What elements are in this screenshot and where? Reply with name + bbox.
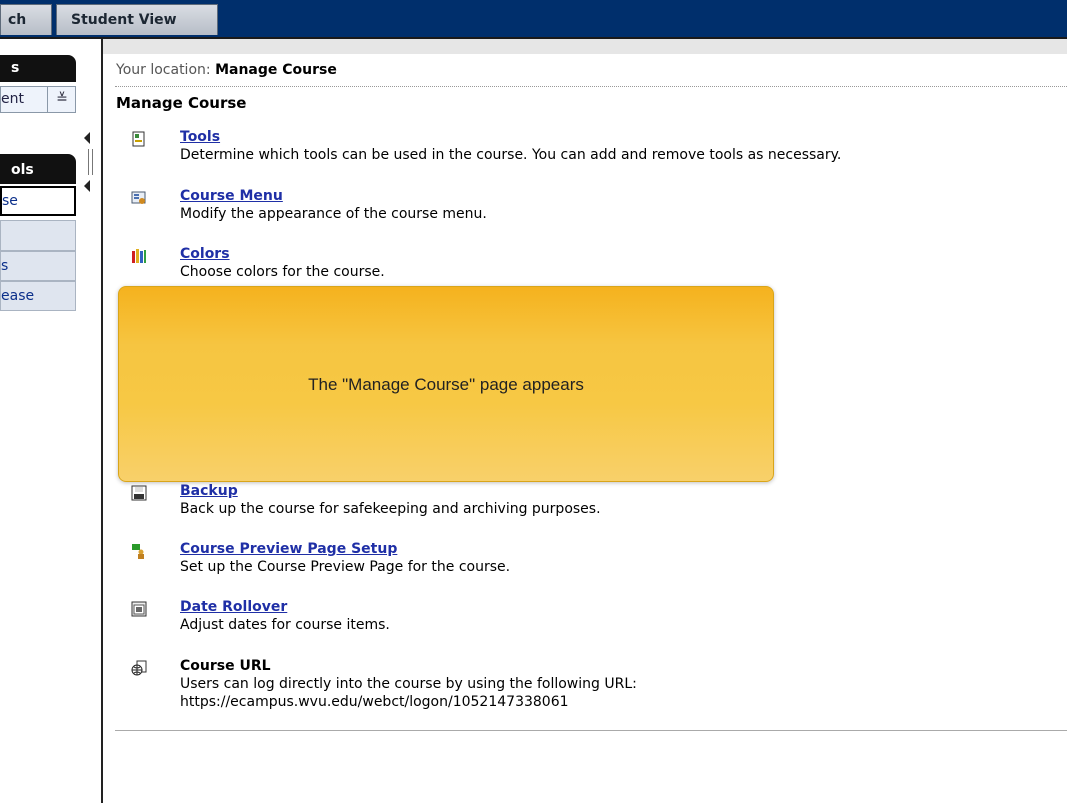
breadcrumb-prefix: Your location: xyxy=(116,62,211,78)
preview-page-icon xyxy=(132,544,144,559)
collapse-arrow-icon[interactable] xyxy=(84,132,90,144)
top-navigation-bar: ch Student View xyxy=(0,0,1067,37)
tools-description: Determine which tools can be used in the… xyxy=(180,147,842,163)
date-rollover-description: Adjust dates for course items. xyxy=(180,617,390,633)
course-preview-setup-link[interactable]: Course Preview Page Setup xyxy=(180,541,397,557)
backup-link[interactable]: Backup xyxy=(180,483,238,499)
sidebar-item[interactable]: s xyxy=(0,251,76,281)
globe-icon xyxy=(131,660,147,676)
tab-student-view[interactable]: Student View xyxy=(56,4,218,35)
colors-description: Choose colors for the course. xyxy=(180,264,385,280)
divider xyxy=(115,86,1067,87)
view-select-value: ent xyxy=(1,91,24,107)
colors-icon xyxy=(132,249,146,263)
sidebar-item-release[interactable]: ease xyxy=(0,281,76,311)
tutorial-callout: The "Manage Course" page appears xyxy=(118,286,774,482)
breadcrumb-current: Manage Course xyxy=(215,62,337,78)
course-url-value: https://ecampus.wvu.edu/webct/logon/1052… xyxy=(180,694,569,710)
panel-header-1: s xyxy=(0,55,76,82)
backup-description: Back up the course for safekeeping and a… xyxy=(180,501,601,517)
sidebar-item-manage-course[interactable]: se xyxy=(0,186,76,216)
date-rollover-link[interactable]: Date Rollover xyxy=(180,599,287,615)
sidebar-item[interactable] xyxy=(0,220,76,251)
tab-search[interactable]: ch xyxy=(0,4,52,35)
course-url-description: Users can log directly into the course b… xyxy=(180,676,637,692)
colors-link[interactable]: Colors xyxy=(180,246,230,262)
tools-icon xyxy=(132,131,145,147)
course-url-title: Course URL xyxy=(180,658,271,674)
backup-icon xyxy=(131,485,147,501)
divider xyxy=(115,730,1067,731)
course-menu-link[interactable]: Course Menu xyxy=(180,188,283,204)
header-band xyxy=(103,39,1067,54)
collapse-arrow-icon[interactable] xyxy=(84,180,90,192)
breadcrumb: Your location: Manage Course xyxy=(116,62,337,78)
left-panel: s ent ≚ ols se s ease xyxy=(0,39,103,803)
callout-text: The "Manage Course" page appears xyxy=(308,375,584,394)
course-preview-description: Set up the Course Preview Page for the c… xyxy=(180,559,511,575)
calendar-icon xyxy=(131,601,147,617)
expand-icon[interactable]: ≚ xyxy=(47,87,76,112)
course-menu-icon xyxy=(131,191,146,204)
course-menu-description: Modify the appearance of the course menu… xyxy=(180,206,487,222)
panel-header-tools: ols xyxy=(0,154,76,184)
panel-splitter[interactable] xyxy=(88,149,93,175)
tools-link[interactable]: Tools xyxy=(180,129,220,145)
view-select[interactable]: ent ≚ xyxy=(0,86,76,113)
page-title: Manage Course xyxy=(116,94,247,112)
